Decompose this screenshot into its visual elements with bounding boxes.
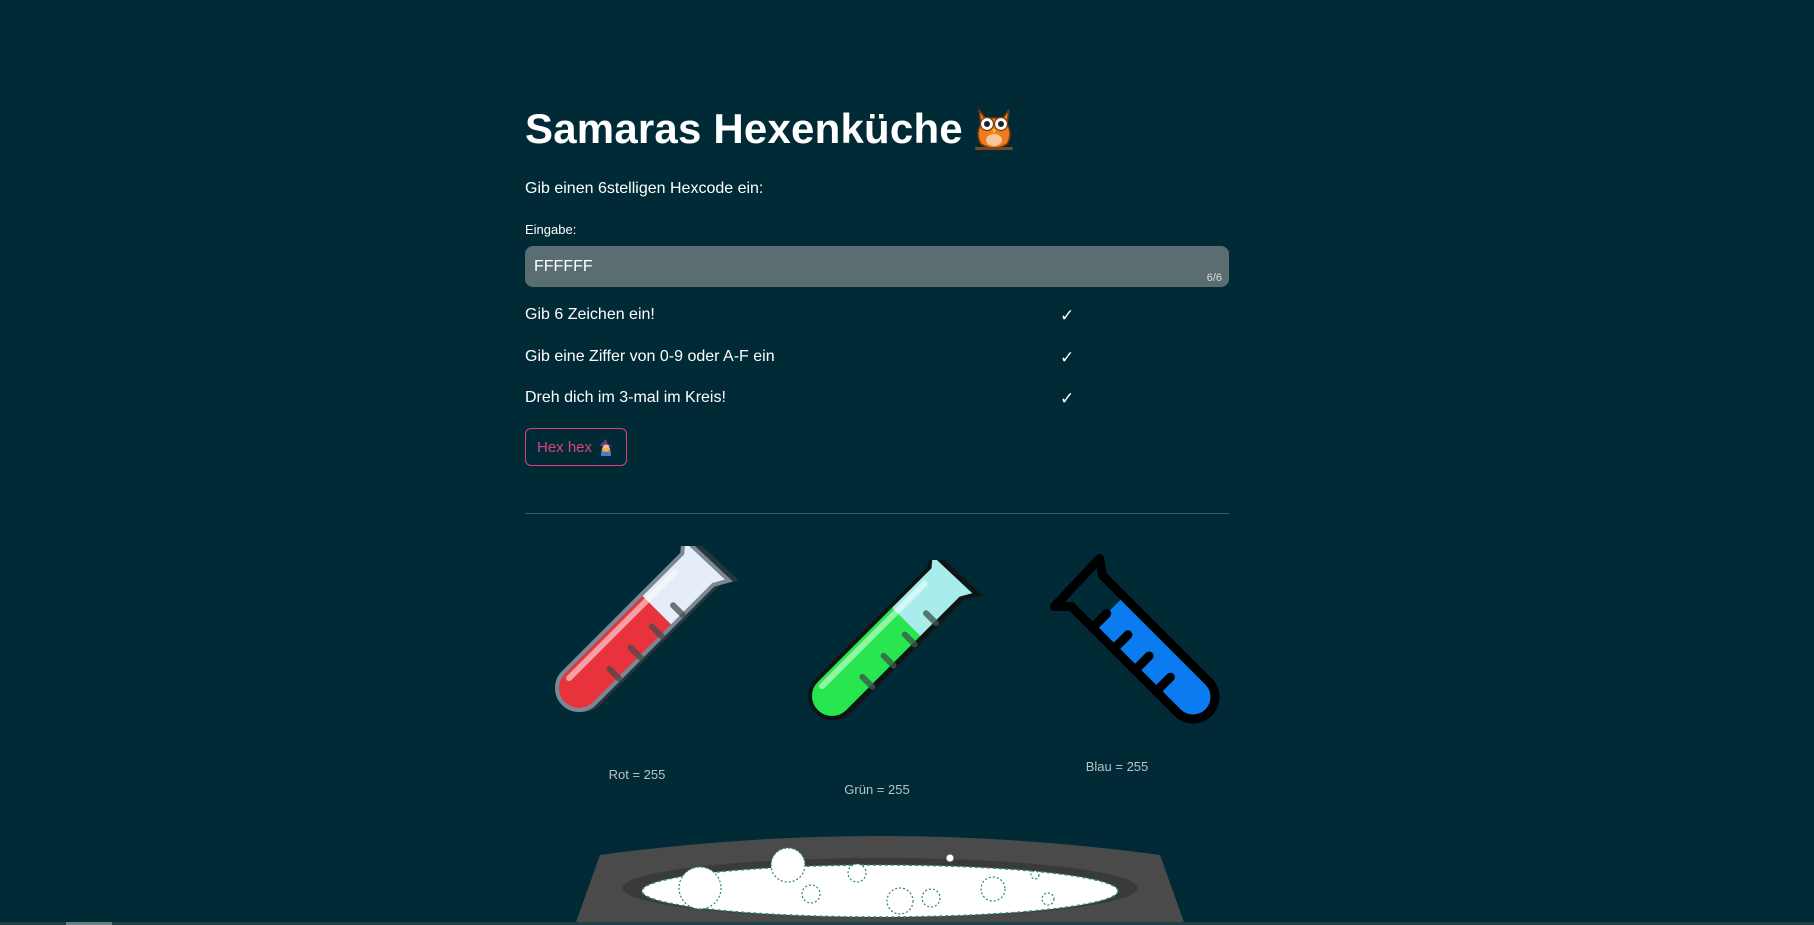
witch-icon [599, 439, 614, 456]
blue-test-tube-icon [1049, 553, 1220, 724]
input-label: Eingabe: [525, 222, 577, 237]
red-value-label: Rot = 255 [608, 767, 666, 782]
owl-icon [974, 109, 1013, 150]
check-icon: ✓ [1060, 389, 1075, 408]
divider [525, 513, 1229, 514]
requirement-row: Gib 6 Zeichen ein! ✓ [525, 306, 1085, 325]
check-icon: ✓ [1060, 348, 1075, 367]
blue-value-label: Blau = 255 [1085, 759, 1149, 774]
requirement-text: Gib 6 Zeichen ein! [525, 306, 655, 323]
green-test-tube-icon [808, 560, 984, 720]
check-icon: ✓ [1060, 306, 1075, 325]
page-title-text: Samaras Hexenküche [525, 105, 963, 152]
hex-hex-button[interactable]: Hex hex [525, 428, 627, 466]
char-counter: 6/6 [1206, 272, 1222, 284]
requirement-row: Dreh dich im 3-mal im Kreis! ✓ [525, 389, 1085, 408]
cauldron-icon [575, 836, 1185, 925]
instruction-text: Gib einen 6stelligen Hexcode ein: [525, 180, 764, 197]
red-test-tube-icon [555, 546, 739, 712]
hexcode-input-field[interactable]: 6/6 [525, 246, 1229, 287]
hexcode-input[interactable] [534, 246, 1174, 287]
green-value-label: Grün = 255 [844, 782, 910, 797]
requirement-text: Gib eine Ziffer von 0-9 oder A-F ein [525, 348, 775, 365]
hex-hex-button-label: Hex hex [536, 438, 593, 456]
requirement-text: Dreh dich im 3-mal im Kreis! [525, 389, 726, 406]
requirement-row: Gib eine Ziffer von 0-9 oder A-F ein ✓ [525, 348, 1085, 367]
page-title: Samaras Hexenküche [525, 104, 1019, 154]
